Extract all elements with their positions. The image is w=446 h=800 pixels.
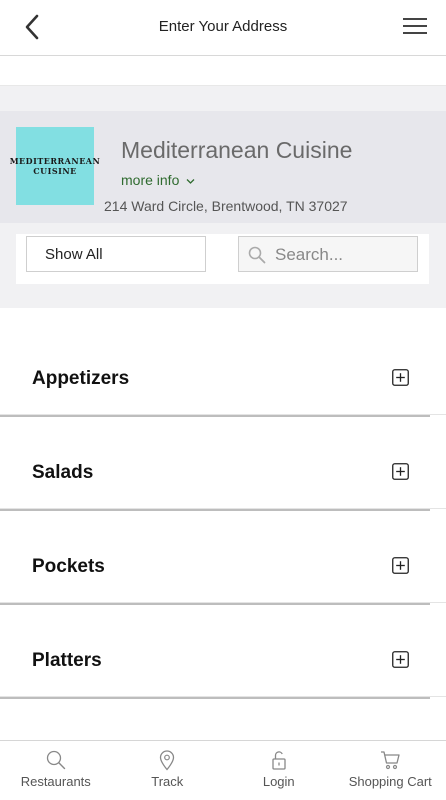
category-label: Pockets (32, 556, 105, 577)
chevron-down-icon (186, 178, 195, 184)
category-label: Salads (32, 462, 94, 483)
top-bar: Enter Your Address (0, 0, 446, 56)
cart-icon (381, 751, 400, 770)
plus-square-icon[interactable] (392, 557, 409, 574)
restaurant-name: Mediterranean Cuisine (121, 137, 353, 163)
unlock-icon (272, 751, 286, 770)
restaurant-logo: MEDITERRANEAN CUISINE (10, 127, 100, 205)
plus-square-icon[interactable] (392, 651, 409, 668)
category-appetizers[interactable]: Appetizers (0, 330, 446, 424)
search-input[interactable] (273, 242, 413, 268)
restaurant-header: MEDITERRANEAN CUISINE Mediterranean Cuis… (0, 111, 446, 223)
category-label: Appetizers (32, 368, 130, 389)
more-info-link[interactable]: more info (121, 172, 195, 188)
logo-text-line1: MEDITERRANEAN (9, 156, 101, 166)
address-prompt[interactable]: Enter Your Address (0, 18, 446, 35)
divider (0, 509, 430, 511)
category-pockets[interactable]: Pockets (0, 518, 446, 612)
divider (0, 603, 430, 605)
nav-label: Shopping Cart (348, 774, 432, 789)
bottom-nav: Restaurants Track Login Shopping Cart (0, 740, 446, 800)
nav-shopping-cart[interactable]: Shopping Cart (335, 741, 446, 800)
nav-label: Restaurants (20, 774, 91, 789)
logo-text-line2: CUISINE (33, 166, 77, 176)
category-platters[interactable]: Platters (0, 612, 446, 706)
nav-restaurants[interactable]: Restaurants (0, 741, 112, 800)
nav-label: Login (262, 774, 295, 789)
nav-track[interactable]: Track (112, 741, 224, 800)
menu-button[interactable] (402, 15, 428, 39)
search-icon (248, 246, 266, 264)
category-salads[interactable]: Salads (0, 424, 446, 518)
plus-square-icon[interactable] (392, 463, 409, 480)
more-info-label: more info (121, 172, 180, 188)
search-icon (46, 750, 65, 770)
filter-panel: Show All (16, 234, 429, 284)
spacer (0, 57, 446, 85)
show-all-select[interactable]: Show All (26, 236, 206, 272)
map-pin-icon (160, 750, 175, 771)
nav-label: Track (151, 774, 184, 789)
restaurant-address: 214 Ward Circle, Brentwood, TN 37027 (104, 198, 348, 214)
divider (0, 697, 430, 699)
category-label: Platters (32, 650, 102, 671)
nav-login[interactable]: Login (223, 741, 335, 800)
spacer-band (0, 85, 446, 111)
hamburger-menu-icon (403, 18, 427, 34)
divider (0, 415, 430, 417)
menu-categories: Appetizers Salads Pockets Platters (0, 330, 446, 706)
search-box[interactable] (238, 236, 418, 272)
plus-square-icon[interactable] (392, 369, 409, 386)
filter-bar: Show All (0, 223, 446, 308)
